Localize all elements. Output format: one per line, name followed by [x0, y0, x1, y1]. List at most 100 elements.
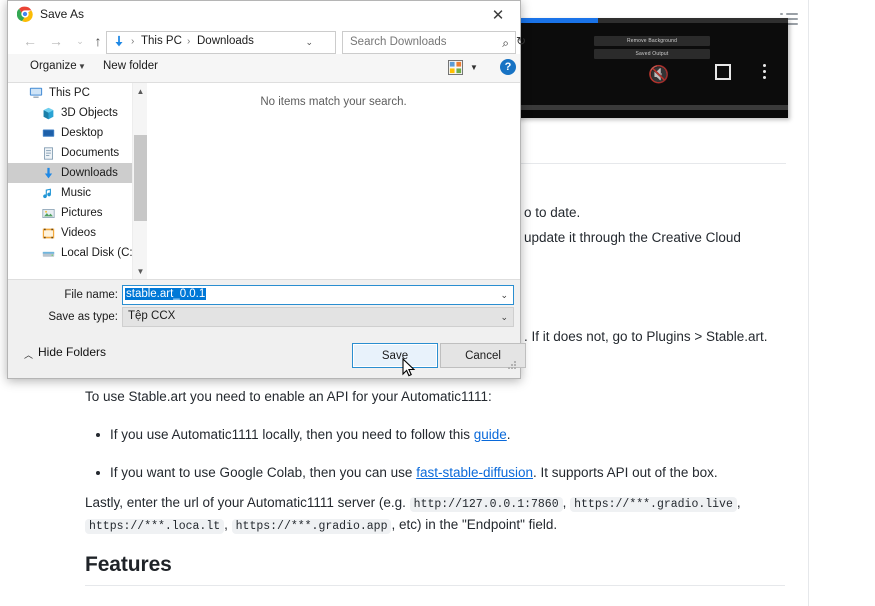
bullet-1-post: . — [507, 427, 511, 442]
save-as-type-label: Save as type: — [23, 311, 118, 323]
bullet-2-post: . It supports API out of the box. — [533, 465, 718, 480]
content-divider — [520, 163, 786, 164]
close-icon[interactable]: ✕ — [476, 1, 520, 28]
dialog-title: Save As — [40, 7, 84, 21]
endpoint-sep-1: , — [563, 495, 571, 510]
search-box[interactable]: Search Downloads ⌕ — [342, 31, 516, 54]
view-layout-icon[interactable] — [448, 60, 463, 75]
up-button[interactable]: ↑ — [88, 31, 108, 51]
save-as-type-value: Tệp CCX — [128, 310, 175, 322]
save-as-type-select[interactable]: Tệp CCX ⌄ — [122, 307, 514, 327]
monitor-icon — [28, 85, 44, 101]
tree-item-label: 3D Objects — [61, 107, 118, 119]
music-note-icon — [40, 185, 56, 201]
scroll-up-icon[interactable]: ▲ — [133, 83, 148, 99]
bg-text-fragment-3: . If it does not, go to Plugins > Stable… — [524, 327, 768, 346]
disk-icon — [40, 245, 56, 261]
dialog-body: This PC 3D Objects Desktop Documents — [8, 83, 520, 280]
help-icon[interactable]: ? — [500, 59, 516, 75]
api-bullet-list: If you use Automatic1111 locally, then y… — [85, 425, 810, 501]
video-icon — [40, 225, 56, 241]
mute-speaker-icon[interactable]: 🔇 — [648, 65, 669, 85]
code-url-loca-lt: https://***.loca.lt — [85, 519, 224, 534]
picture-icon — [40, 205, 56, 221]
dialog-footer: ︿ Hide Folders Save Cancel — [8, 336, 520, 372]
list-item: If you use Automatic1111 locally, then y… — [110, 425, 810, 445]
scrollbar-thumb[interactable] — [134, 135, 147, 221]
tree-item-videos[interactable]: Videos — [8, 223, 132, 243]
file-name-value: stable.art_0.0.1 — [125, 288, 206, 300]
save-as-type-chevron-down-icon[interactable]: ⌄ — [500, 312, 508, 323]
navigation-tree[interactable]: This PC 3D Objects Desktop Documents — [8, 83, 132, 279]
features-underline — [85, 585, 785, 586]
bullet-1-pre: If you use Automatic1111 locally, then y… — [110, 427, 474, 442]
hide-folders-button[interactable]: Hide Folders — [38, 345, 106, 359]
api-intro-paragraph: To use Stable.art you need to enable an … — [85, 387, 785, 407]
forward-button[interactable]: → — [46, 31, 66, 51]
endpoint-post: , etc) in the "Endpoint" field. — [391, 517, 557, 532]
tree-item-pictures[interactable]: Pictures — [8, 203, 132, 223]
file-name-label: File name: — [23, 289, 118, 301]
file-name-input[interactable]: stable.art_0.0.1 ⌄ — [122, 285, 514, 305]
chevron-down-icon[interactable]: ⌄ — [305, 37, 313, 48]
endpoint-paragraph: Lastly, enter the url of your Automatic1… — [85, 493, 785, 537]
more-vertical-icon[interactable] — [763, 64, 766, 82]
recent-locations-button[interactable]: ⌄ — [70, 31, 90, 51]
save-button[interactable]: Save — [352, 343, 438, 368]
features-heading: Features — [85, 553, 172, 577]
tree-item-downloads[interactable]: Downloads — [8, 163, 132, 183]
dialog-navigation-bar: ← → ⌄ ↑ › This PC › Downloads ⌄ ↻ Search… — [8, 28, 520, 54]
download-icon — [40, 165, 56, 181]
file-name-chevron-down-icon[interactable]: ⌄ — [500, 290, 508, 301]
breadcrumb-downloads[interactable]: Downloads — [197, 35, 254, 47]
guide-link[interactable]: guide — [474, 427, 507, 442]
tree-item-this-pc[interactable]: This PC — [8, 83, 132, 103]
video-tooltip-saved-output: Saved Output — [594, 49, 710, 59]
page-right-rail — [808, 0, 809, 606]
scroll-down-icon[interactable]: ▼ — [133, 263, 148, 279]
fullscreen-icon[interactable] — [715, 64, 731, 80]
dialog-fields: File name: stable.art_0.0.1 ⌄ Save as ty… — [8, 280, 520, 336]
bullet-2-pre: If you want to use Google Colab, then yo… — [110, 465, 416, 480]
endpoint-sep-3: , — [224, 517, 232, 532]
list-item: If you want to use Google Colab, then yo… — [110, 463, 810, 483]
view-chevron-down-icon[interactable]: ▼ — [470, 63, 478, 72]
search-input[interactable]: Search Downloads — [350, 36, 447, 48]
tree-item-3d-objects[interactable]: 3D Objects — [8, 103, 132, 123]
fast-stable-diffusion-link[interactable]: fast-stable-diffusion — [416, 465, 533, 480]
bg-text-fragment-1: o to date. — [524, 203, 580, 222]
code-url-gradio-app: https://***.gradio.app — [232, 519, 392, 534]
file-list-pane[interactable]: No items match your search. — [147, 83, 520, 279]
cube-icon — [40, 105, 56, 121]
tree-item-desktop[interactable]: Desktop — [8, 123, 132, 143]
document-icon — [40, 145, 56, 161]
hide-folders-chevron-up-icon[interactable]: ︿ — [24, 348, 33, 361]
organize-chevron-down-icon[interactable]: ▼ — [78, 62, 86, 71]
downloads-arrow-icon — [112, 35, 126, 49]
resize-grip[interactable] — [508, 361, 517, 370]
new-folder-button[interactable]: New folder — [103, 60, 158, 72]
video-tooltip-remove-background: Remove Background — [594, 36, 710, 46]
back-button[interactable]: ← — [20, 31, 40, 51]
breadcrumb-this-pc[interactable]: This PC — [141, 35, 182, 47]
tree-item-label: This PC — [49, 87, 90, 99]
tree-item-label: Local Disk (C:) — [61, 247, 132, 259]
save-as-dialog[interactable]: Save As ✕ ← → ⌄ ↑ › This PC › Downloads … — [7, 0, 521, 379]
tree-scrollbar[interactable]: ▲ ▼ — [132, 83, 148, 279]
tree-item-label: Desktop — [61, 127, 103, 139]
organize-button[interactable]: Organize — [30, 60, 77, 72]
bg-text-fragment-2: update it through the Creative Cloud — [524, 228, 741, 247]
breadcrumb-separator-1: › — [131, 36, 134, 47]
breadcrumb-separator-2: › — [187, 36, 190, 47]
tree-item-label: Documents — [61, 147, 119, 159]
code-url-gradio-live: https://***.gradio.live — [570, 497, 737, 512]
code-url-localhost: http://127.0.0.1:7860 — [410, 497, 563, 512]
tree-item-documents[interactable]: Documents — [8, 143, 132, 163]
endpoint-sep-2: , — [737, 495, 741, 510]
search-icon: ⌕ — [502, 36, 509, 51]
tree-item-music[interactable]: Music — [8, 183, 132, 203]
tree-item-label: Downloads — [61, 167, 118, 179]
address-bar[interactable]: › This PC › Downloads ⌄ — [106, 31, 336, 54]
tree-item-local-disk-c[interactable]: Local Disk (C:) — [8, 243, 132, 263]
tree-item-label: Videos — [61, 227, 96, 239]
